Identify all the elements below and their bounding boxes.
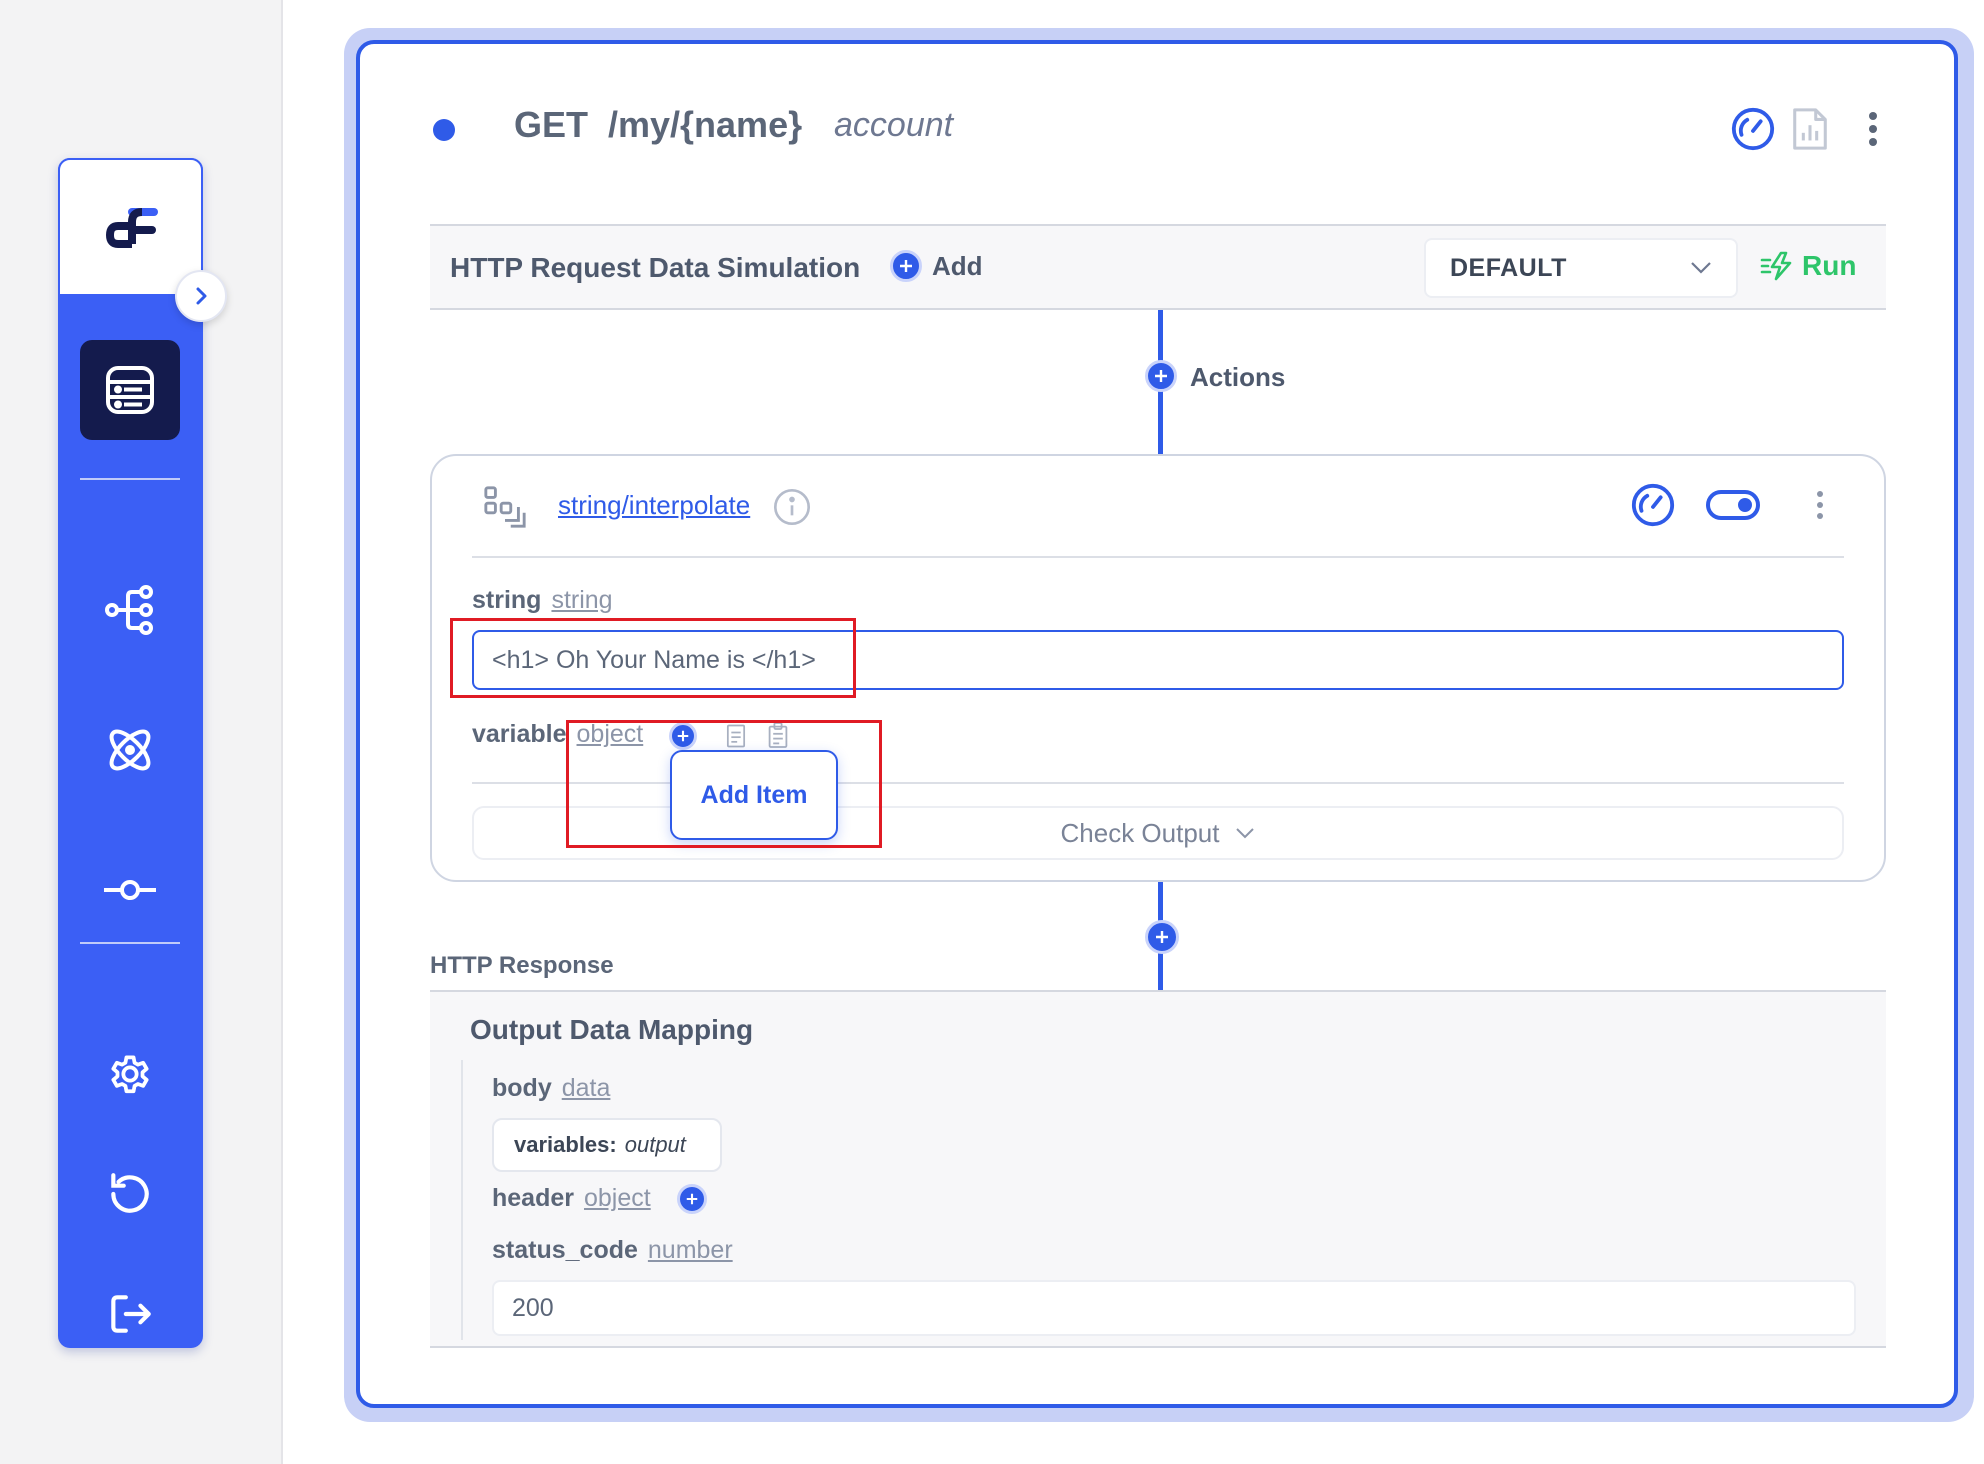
status-code-type-link[interactable]: number xyxy=(648,1236,733,1264)
variables-chip-value: output xyxy=(624,1132,686,1157)
gear-icon xyxy=(111,1055,149,1094)
atom-icon xyxy=(109,729,151,771)
sidebar-item-integrations[interactable] xyxy=(80,710,180,790)
undo-history-icon xyxy=(111,1173,149,1213)
action-more-icon[interactable] xyxy=(1815,490,1825,520)
action-enabled-toggle[interactable] xyxy=(1706,490,1760,520)
endpoint-more-menu[interactable] xyxy=(1848,104,1898,154)
variables-chip-key: variables: xyxy=(514,1132,617,1157)
action-performance-icon[interactable] xyxy=(1630,482,1676,528)
http-response-label: HTTP Response xyxy=(430,952,614,979)
chevron-down-icon xyxy=(1691,262,1711,274)
performance-button[interactable] xyxy=(1728,104,1778,154)
more-vertical-icon xyxy=(1869,112,1877,146)
highlight-box xyxy=(566,720,882,848)
add-action-button[interactable] xyxy=(1145,360,1177,392)
logout-icon xyxy=(111,1295,151,1333)
body-field-label: body xyxy=(492,1074,552,1102)
header-type-link[interactable]: object xyxy=(584,1184,651,1213)
add-step-button[interactable] xyxy=(1145,920,1179,954)
endpoint-path: /my/{name} xyxy=(608,104,803,145)
check-output-label: Check Output xyxy=(1060,817,1220,848)
plus-circle-icon xyxy=(890,250,922,282)
logo-box xyxy=(58,158,203,296)
string-field-label: string xyxy=(472,586,542,614)
toggle-knob xyxy=(1738,498,1752,512)
app-logo xyxy=(105,208,158,248)
status-indicator xyxy=(433,119,455,141)
run-label: Run xyxy=(1802,250,1857,281)
string-type-link[interactable]: string xyxy=(551,586,612,614)
sidebar-item-logout[interactable] xyxy=(80,1274,180,1354)
sidebar-item-commits[interactable] xyxy=(80,850,180,930)
simulation-title: HTTP Request Data Simulation xyxy=(450,252,861,283)
sidebar-item-history[interactable] xyxy=(80,1154,180,1234)
report-button[interactable] xyxy=(1785,104,1835,154)
plus-icon xyxy=(686,1193,698,1205)
sidebar-collapse-button[interactable] xyxy=(175,270,227,322)
environment-select[interactable]: DEFAULT xyxy=(1424,238,1738,298)
action-function-link[interactable]: string/interpolate xyxy=(558,490,750,521)
add-header-button[interactable] xyxy=(677,1184,707,1214)
endpoint-name: account xyxy=(834,106,954,144)
variables-chip[interactable]: variables: output xyxy=(492,1118,722,1172)
lightning-bolt-icon xyxy=(1760,251,1792,281)
plus-icon xyxy=(1156,931,1168,943)
header-field-label: header xyxy=(492,1184,574,1212)
sidebar-divider xyxy=(80,478,180,480)
chevron-down-icon xyxy=(1236,828,1255,839)
string-field-label-row: string string xyxy=(472,586,613,615)
speedometer-icon xyxy=(1731,107,1775,151)
function-blocks-icon xyxy=(484,486,526,528)
sidebar-divider xyxy=(80,942,180,944)
simulation-add-button[interactable]: Add xyxy=(890,250,983,282)
sidebar-item-settings[interactable] xyxy=(80,1034,180,1114)
sidebar xyxy=(58,158,227,1348)
status-code-field-label: status_code xyxy=(492,1236,638,1264)
header-field-label-row: header object xyxy=(492,1184,651,1213)
actions-label: Actions xyxy=(1190,362,1286,392)
sidebar-item-workflows[interactable] xyxy=(80,570,180,650)
chevron-right-icon xyxy=(196,287,207,305)
commit-icon xyxy=(104,880,156,900)
workflow-tree-icon xyxy=(105,585,153,635)
sidebar-item-api-endpoints[interactable] xyxy=(80,340,180,440)
mapping-rail xyxy=(461,1060,463,1340)
variable-field-label: variable xyxy=(472,720,567,748)
plus-icon xyxy=(1155,370,1167,382)
output-mapping-title: Output Data Mapping xyxy=(470,1014,754,1045)
body-type-link[interactable]: data xyxy=(562,1074,611,1102)
report-chart-icon xyxy=(1793,108,1827,150)
status-code-field-label-row: status_code number xyxy=(492,1236,733,1265)
server-stack-icon xyxy=(106,366,154,414)
simulation-add-label: Add xyxy=(932,250,983,281)
environment-value: DEFAULT xyxy=(1450,253,1567,282)
status-code-input[interactable]: 200 xyxy=(492,1280,1856,1336)
run-button[interactable]: Run xyxy=(1760,250,1856,282)
http-method: GET xyxy=(514,104,589,145)
info-icon[interactable] xyxy=(772,487,812,527)
body-field-label-row: body data xyxy=(492,1074,610,1103)
card-divider xyxy=(472,556,1844,558)
highlight-box xyxy=(450,618,856,698)
